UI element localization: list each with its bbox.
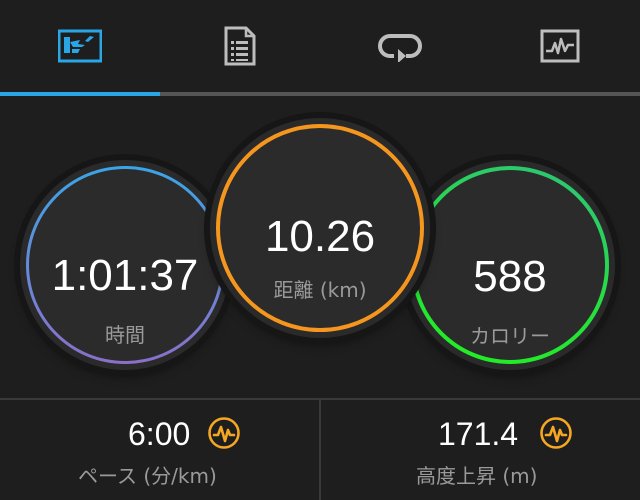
elevation-value: 171.4 bbox=[438, 416, 519, 452]
bottom-stats: 6:00 ペース (分/km) 171.4 高度上昇 (m) bbox=[0, 398, 640, 500]
chart-graph-icon bbox=[540, 29, 580, 63]
tab-chart[interactable] bbox=[480, 0, 640, 92]
activity-summary-icon bbox=[58, 29, 102, 63]
pace-cell: 6:00 ペース (分/km) bbox=[0, 400, 319, 500]
distance-label: 距離 (km) bbox=[273, 278, 367, 302]
tab-summary[interactable] bbox=[0, 0, 160, 92]
pulse-badge-icon[interactable] bbox=[539, 416, 573, 450]
elevation-label: 高度上昇 (m) bbox=[416, 464, 538, 488]
pulse-badge-icon[interactable] bbox=[207, 416, 241, 450]
laps-icon bbox=[378, 34, 422, 62]
details-list-icon bbox=[224, 26, 256, 66]
calories-value: 588 bbox=[473, 252, 547, 301]
time-value: 1:01:37 bbox=[51, 251, 199, 300]
tab-details[interactable] bbox=[160, 0, 320, 92]
tab-bar bbox=[0, 0, 640, 96]
time-label: 時間 bbox=[105, 323, 145, 347]
distance-value: 10.26 bbox=[264, 212, 376, 261]
calories-label: カロリー bbox=[470, 324, 550, 348]
calories-gauge: 588 カロリー bbox=[405, 160, 615, 370]
tab-laps[interactable] bbox=[320, 0, 480, 92]
pace-value: 6:00 bbox=[128, 416, 191, 452]
active-tab-indicator bbox=[0, 92, 160, 96]
pace-label: ペース (分/km) bbox=[78, 464, 217, 488]
distance-gauge: 10.26 距離 (km) bbox=[210, 118, 430, 338]
elevation-cell: 171.4 高度上昇 (m) bbox=[321, 400, 640, 500]
time-gauge: 1:01:37 時間 bbox=[20, 160, 230, 370]
